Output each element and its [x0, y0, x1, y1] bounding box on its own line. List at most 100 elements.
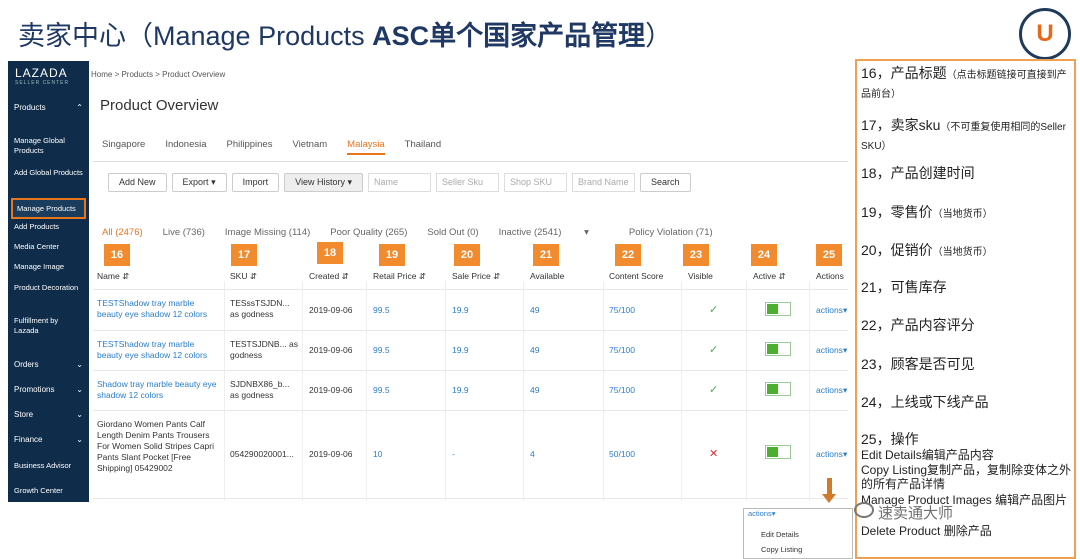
brand-name-input[interactable]: Brand Name — [572, 173, 636, 192]
export-button[interactable]: Export ▾ — [171, 173, 227, 192]
col-header-created[interactable]: Created ⇵ — [309, 271, 349, 282]
sidebar-section-promotions[interactable]: Promotions ⌄ — [8, 385, 89, 395]
sidebar-section-growth-center[interactable]: Growth Center — [8, 486, 89, 496]
active-toggle[interactable] — [765, 302, 791, 316]
note-25-copy: Copy Listing复制产品，复制除变体之外的所有产品详情 — [861, 463, 1072, 491]
name-input[interactable]: Name — [368, 173, 432, 192]
sidebar-item-product-decoration[interactable]: Product Decoration — [8, 283, 89, 293]
filter-image-missing[interactable]: Image Missing (114) — [225, 227, 310, 238]
breadcrumb: Home > Products > Product Overview — [91, 70, 226, 79]
filter-poor-quality[interactable]: Poor Quality (265) — [330, 227, 407, 238]
col-header-visible: Visible — [688, 271, 713, 281]
col-header-retail-price[interactable]: Retail Price ⇵ — [373, 271, 426, 282]
filter-inactive[interactable]: Inactive (2541) ▾ — [499, 227, 609, 238]
sidebar-section-finance[interactable]: Finance ⌄ — [8, 435, 89, 445]
available-cell[interactable]: 49 — [530, 385, 539, 396]
marker-20: 20 — [454, 244, 480, 266]
shop-sku-input[interactable]: Shop SKU — [504, 173, 568, 192]
note-24: 24，上线或下线产品 — [861, 394, 989, 410]
logo-letter: U — [1036, 20, 1054, 47]
seller-sku-input[interactable]: Seller Sku — [436, 173, 500, 192]
sidebar-section-label: Products — [14, 103, 46, 112]
available-cell[interactable]: 49 — [530, 345, 539, 356]
note-25-delete: Delete Product 删除产品 — [861, 524, 992, 538]
filter-sold-out[interactable]: Sold Out (0) — [427, 227, 478, 238]
col-header-sku[interactable]: SKU ⇵ — [230, 271, 257, 282]
add-new-button[interactable]: Add New — [108, 173, 167, 192]
col-divider — [366, 281, 367, 501]
col-header-active[interactable]: Active ⇵ — [753, 271, 786, 282]
sidebar-item-media-center[interactable]: Media Center — [8, 242, 89, 252]
tab-philippines[interactable]: Philippines — [227, 139, 273, 155]
sidebar-section-business-advisor[interactable]: Business Advisor — [8, 461, 89, 471]
product-name-link[interactable]: TESTShadow tray marble beauty eye shadow… — [97, 298, 222, 320]
retail-price-cell[interactable]: 10 — [373, 449, 382, 460]
brand-name: LAZADA — [15, 66, 68, 80]
actions-dropdown[interactable]: actions▾ — [816, 345, 847, 356]
col-divider — [445, 281, 446, 501]
sale-price-cell[interactable]: 19.9 — [452, 385, 469, 396]
product-name-text[interactable]: Giordano Women Pants Calf Length Denim P… — [97, 419, 222, 474]
actions-dropdown[interactable]: actions▾ — [816, 385, 847, 396]
marker-25: 25 — [816, 244, 842, 266]
sidebar-item-add-products[interactable]: Add Products — [8, 222, 89, 232]
col-header-name[interactable]: Name ⇵ — [97, 271, 129, 282]
retail-price-cell[interactable]: 99.5 — [373, 305, 390, 316]
toggle-knob — [767, 304, 778, 314]
content-score-cell[interactable]: 75/100 — [609, 305, 635, 316]
sidebar-item-manage-global-products[interactable]: Manage Global Products — [8, 136, 89, 156]
actions-menu-header[interactable]: actions▾ — [748, 509, 776, 518]
filter-all[interactable]: All (2476) — [102, 227, 143, 238]
sidebar-section-orders[interactable]: Orders ⌄ — [8, 360, 89, 370]
content-score-cell[interactable]: 75/100 — [609, 385, 635, 396]
chevron-up-icon: ⌃ — [76, 103, 83, 112]
retail-price-cell[interactable]: 99.5 — [373, 385, 390, 396]
actions-dropdown[interactable]: actions▾ — [816, 449, 847, 460]
product-name-link[interactable]: TESTShadow tray marble beauty eye shadow… — [97, 339, 222, 361]
view-history-label: View History — [295, 177, 345, 187]
actions-dropdown[interactable]: actions▾ — [816, 305, 847, 316]
sidebar-section-store[interactable]: Store ⌄ — [8, 410, 89, 420]
toggle-knob — [767, 384, 778, 394]
marker-23: 23 — [683, 244, 709, 266]
col-header-sale-price[interactable]: Sale Price ⇵ — [452, 271, 500, 282]
sidebar-item-add-global-products[interactable]: Add Global Products — [8, 168, 89, 178]
active-toggle[interactable] — [765, 445, 791, 459]
view-history-button[interactable]: View History ▾ — [284, 173, 364, 192]
note-25-edit: Edit Details编辑产品内容 — [861, 448, 994, 462]
col-divider — [302, 281, 303, 501]
toggle-knob — [767, 447, 778, 457]
menu-item-edit-details[interactable]: Edit Details — [761, 530, 799, 539]
tab-thailand[interactable]: Thailand — [405, 139, 441, 155]
tab-malaysia[interactable]: Malaysia — [347, 139, 385, 155]
col-divider — [224, 281, 225, 501]
search-button[interactable]: Search — [640, 173, 691, 192]
tab-singapore[interactable]: Singapore — [102, 139, 145, 155]
tab-vietnam[interactable]: Vietnam — [292, 139, 327, 155]
sort-icon: ⇵ — [341, 271, 349, 281]
sidebar-item-manage-products[interactable]: Manage Products — [11, 198, 86, 219]
sale-price-cell[interactable]: 19.9 — [452, 305, 469, 316]
menu-item-copy-listing[interactable]: Copy Listing — [761, 545, 802, 554]
sale-price-cell[interactable]: 19.9 — [452, 345, 469, 356]
content-score-cell[interactable]: 75/100 — [609, 345, 635, 356]
available-cell[interactable]: 49 — [530, 305, 539, 316]
sidebar-section-products[interactable]: Products ⌃ — [8, 103, 89, 113]
active-toggle[interactable] — [765, 382, 791, 396]
content-score-cell[interactable]: 50/100 — [609, 449, 635, 460]
import-button[interactable]: Import — [231, 173, 280, 192]
active-toggle[interactable] — [765, 342, 791, 356]
retail-price-cell[interactable]: 99.5 — [373, 345, 390, 356]
filter-live[interactable]: Live (736) — [163, 227, 205, 238]
sidebar-item-fulfillment[interactable]: Fulfillment by Lazada — [8, 316, 89, 336]
filter-policy-violation[interactable]: Policy Violation (71) — [629, 227, 713, 238]
marker-22: 22 — [615, 244, 641, 266]
divider — [93, 161, 848, 162]
note-17: 17，卖家sku（不可重复使用相同的Seller SKU） — [861, 117, 1075, 155]
watermark: 速卖通大师 — [878, 505, 954, 522]
available-cell[interactable]: 4 — [530, 449, 535, 460]
sidebar-item-manage-image[interactable]: Manage Image — [8, 262, 89, 272]
sale-price-cell[interactable]: - — [452, 449, 455, 460]
tab-indonesia[interactable]: Indonesia — [165, 139, 206, 155]
product-name-link[interactable]: Shadow tray marble beauty eye shadow 12 … — [97, 379, 222, 401]
